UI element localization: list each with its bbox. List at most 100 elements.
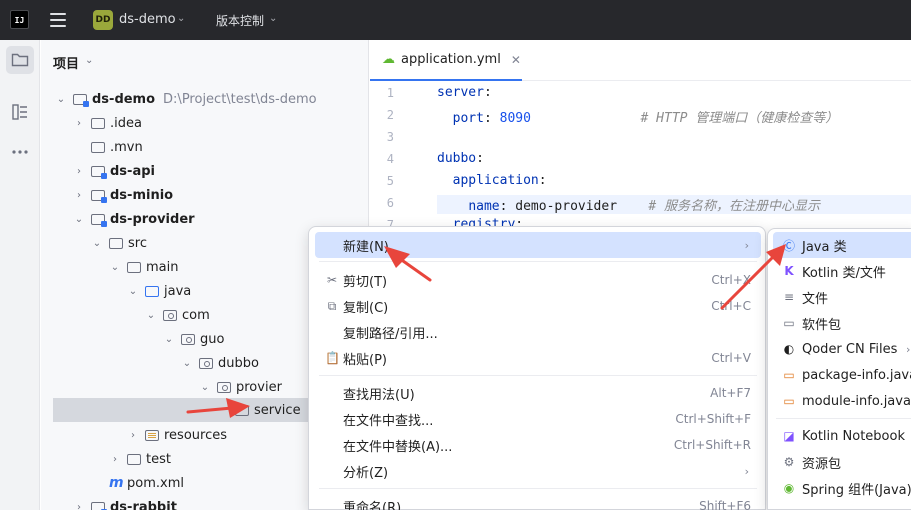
tree-item-label: test xyxy=(146,451,171,467)
menu-item-rename[interactable]: 重命名(R)... Shift+F6 xyxy=(315,493,761,510)
package-icon xyxy=(217,381,231,393)
code-line-6[interactable]: name: demo-provider # 服务名称，在注册中心显示 xyxy=(437,195,911,214)
chevron-down-icon[interactable]: ⌄ xyxy=(145,310,157,321)
project-badge[interactable]: DD xyxy=(93,10,113,30)
tree-item-root[interactable]: ⌄ ds-demo D:\Project\test\ds-demo xyxy=(41,87,369,111)
menu-item-paste[interactable]: 📋 粘贴(P) Ctrl+V xyxy=(315,345,761,371)
code-line-1[interactable]: server: xyxy=(437,85,492,100)
submenu-item-qoder[interactable]: ◐ Qoder CN Files › xyxy=(773,336,911,362)
chevron-right-icon: › xyxy=(906,342,911,356)
tree-item-ds-minio[interactable]: › ds-minio xyxy=(41,183,369,207)
submenu-item-resource-bundle[interactable]: ⚙ 资源包 xyxy=(773,449,911,475)
submenu-item-label: 文件 xyxy=(802,291,829,307)
submenu-item-module-info[interactable]: ▭ module-info.java xyxy=(773,388,911,414)
chevron-down-icon[interactable]: ⌄ xyxy=(55,94,67,105)
tree-item-label: pom.xml xyxy=(127,475,184,491)
tree-item-label: dubbo xyxy=(218,355,259,371)
close-icon[interactable]: ✕ xyxy=(511,53,521,67)
tree-item-label: service xyxy=(254,402,301,418)
chevron-right-icon: › xyxy=(744,238,749,252)
menu-item-new[interactable]: 新建(N) › xyxy=(315,232,761,258)
scissors-icon: ✂ xyxy=(326,273,338,287)
chevron-right-icon[interactable]: › xyxy=(73,502,85,510)
chevron-right-icon[interactable]: › xyxy=(109,454,121,465)
more-icon[interactable] xyxy=(6,138,34,166)
menu-item-label: 在文件中替换(A)... xyxy=(343,439,453,455)
chevron-right-icon[interactable]: › xyxy=(73,118,85,129)
tree-item-label: resources xyxy=(164,427,228,443)
menu-item-label: 复制(C) xyxy=(343,300,389,316)
copy-icon: ⧉ xyxy=(327,298,337,313)
chevron-right-icon[interactable]: › xyxy=(73,166,85,177)
tool-window-strip xyxy=(0,40,40,510)
tree-item-ds-api[interactable]: › ds-api xyxy=(41,159,369,183)
submenu-item-file[interactable]: ≡ 文件 xyxy=(773,284,911,310)
submenu-item-java-class[interactable]: Ⓒ Java 类 xyxy=(773,232,911,258)
module-folder-icon xyxy=(73,93,89,107)
panel-title[interactable]: 项目 xyxy=(53,53,79,72)
tree-item-idea[interactable]: › .idea xyxy=(41,111,369,135)
menu-separator xyxy=(319,375,757,376)
project-folder-icon[interactable] xyxy=(6,46,34,74)
chevron-down-icon[interactable]: ⌄ xyxy=(181,358,193,369)
menu-item-replace-in-files[interactable]: 在文件中替换(A)... Ctrl+Shift+R xyxy=(315,432,761,458)
main-menu-icon[interactable] xyxy=(50,13,66,27)
intellij-logo-icon[interactable]: IJ xyxy=(10,10,29,29)
chevron-down-icon[interactable]: ⌄ xyxy=(109,262,121,273)
code-line-2[interactable]: port: 8090 # HTTP 管理端口（健康检查等） xyxy=(437,107,839,126)
folder-icon xyxy=(91,117,105,129)
menu-separator xyxy=(319,488,757,489)
project-name[interactable]: ds-demo xyxy=(119,12,176,27)
yaml-file-icon: ☁ xyxy=(382,52,395,67)
module-folder-icon xyxy=(91,189,107,203)
line-number: 5 xyxy=(386,174,394,188)
folder-icon xyxy=(109,237,123,249)
submenu-item-spring-component[interactable]: ◉ Spring 组件(Java) xyxy=(773,475,911,501)
submenu-item-label: Kotlin 类/文件 xyxy=(802,265,886,281)
vcs-widget[interactable]: 版本控制 xyxy=(216,12,264,29)
chevron-down-icon[interactable]: ⌄ xyxy=(85,55,93,66)
chevron-right-icon[interactable]: › xyxy=(73,190,85,201)
menu-item-find-in-files[interactable]: 在文件中查找... Ctrl+Shift+F xyxy=(315,406,761,432)
submenu-item-kotlin-notebook[interactable]: ◪ Kotlin Notebook xyxy=(773,423,911,449)
submenu-item-package-info[interactable]: ▭ package-info.java xyxy=(773,362,911,388)
chevron-down-icon[interactable]: ⌄ xyxy=(199,382,211,393)
chevron-down-icon[interactable]: ⌄ xyxy=(91,238,103,249)
menu-item-shortcut: Alt+F7 xyxy=(710,386,751,400)
tree-item-label: main xyxy=(146,259,179,275)
menu-item-shortcut: Ctrl+V xyxy=(711,351,751,365)
chevron-down-icon[interactable]: ⌄ xyxy=(177,13,185,24)
tree-item-mvn[interactable]: .mvn xyxy=(41,135,369,159)
submenu-item-label: Java 类 xyxy=(802,239,847,255)
submenu-item-label: 软件包 xyxy=(802,317,842,333)
submenu-item-package[interactable]: ▭ 软件包 xyxy=(773,310,911,336)
line-number: 6 xyxy=(386,196,394,210)
chevron-down-icon[interactable]: ⌄ xyxy=(127,286,139,297)
menu-item-analyze[interactable]: 分析(Z) › xyxy=(315,458,761,484)
chevron-right-icon[interactable]: › xyxy=(127,430,139,441)
tab-application-yml[interactable]: ☁ application.yml ✕ xyxy=(370,40,522,81)
chevron-down-icon[interactable]: ⌄ xyxy=(73,214,85,225)
tree-item-label: ds-demo xyxy=(92,91,156,107)
java-file-icon: ▭ xyxy=(783,394,795,408)
tree-item-label: guo xyxy=(200,331,225,347)
submenu-item-label: Kotlin Notebook xyxy=(802,428,905,444)
submenu-item-kotlin-class[interactable]: K Kotlin 类/文件 xyxy=(773,258,911,284)
package-icon xyxy=(163,309,177,321)
package-icon xyxy=(181,333,195,345)
chevron-down-icon[interactable]: ⌄ xyxy=(269,13,277,24)
folder-icon xyxy=(127,453,141,465)
structure-icon[interactable] xyxy=(6,98,34,126)
menu-item-label: 复制路径/引用... xyxy=(343,326,438,342)
menu-item-find-usages[interactable]: 查找用法(U) Alt+F7 xyxy=(315,380,761,406)
code-line-4[interactable]: dubbo: xyxy=(437,151,484,166)
code-line-5[interactable]: application: xyxy=(437,173,547,188)
chevron-down-icon[interactable]: ⌄ xyxy=(163,334,175,345)
menu-item-copy-path[interactable]: 复制路径/引用... xyxy=(315,319,761,345)
menu-item-copy[interactable]: ⧉ 复制(C) Ctrl+C xyxy=(315,293,761,319)
paste-icon: 📋 xyxy=(325,351,340,365)
menu-item-cut[interactable]: ✂ 剪切(T) Ctrl+X xyxy=(315,267,761,293)
menu-item-label: 新建(N) xyxy=(343,239,389,255)
folder-icon xyxy=(127,261,141,273)
title-bar: IJ DD ds-demo ⌄ 版本控制 ⌄ xyxy=(0,0,911,40)
